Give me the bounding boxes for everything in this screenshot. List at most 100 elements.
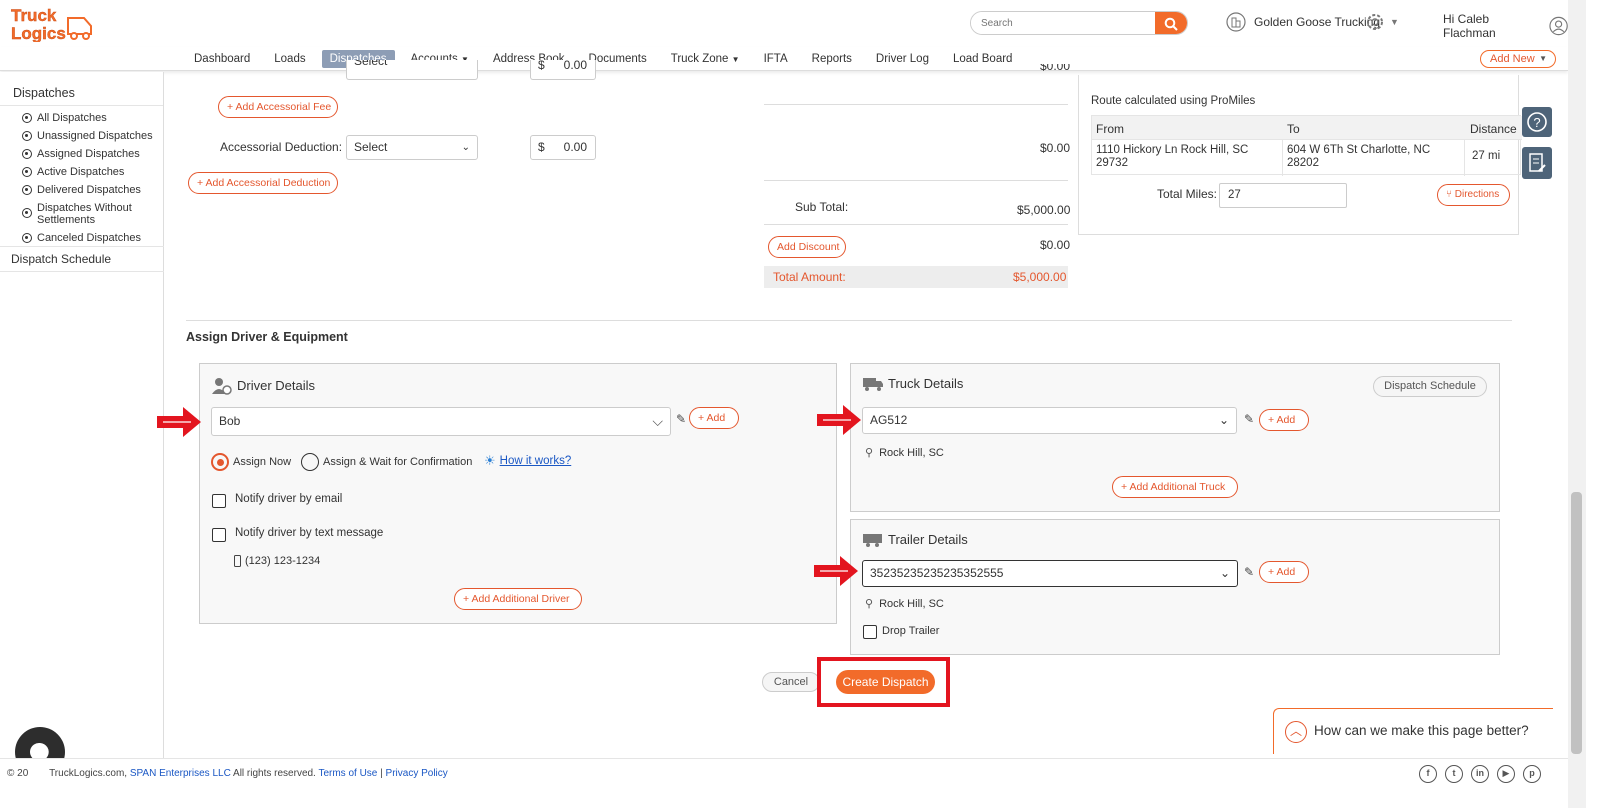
facebook-icon[interactable]: f bbox=[1419, 765, 1437, 783]
assign-heading: Assign Driver & Equipment bbox=[186, 330, 348, 344]
company-name: Golden Goose Trucking bbox=[1254, 15, 1381, 29]
divider bbox=[764, 180, 1068, 181]
add-trailer-button[interactable]: + Add bbox=[1259, 561, 1309, 583]
notify-email-label: Notify driver by email bbox=[235, 493, 343, 505]
terms-link[interactable]: Terms of Use bbox=[318, 768, 377, 779]
page-scrollbar[interactable] bbox=[1568, 0, 1586, 808]
settings-menu[interactable]: ▼ bbox=[1364, 11, 1399, 33]
notes-button[interactable] bbox=[1522, 147, 1552, 179]
truck-location-text: Rock Hill, SC bbox=[879, 446, 944, 459]
dispatch-schedule-button[interactable]: Dispatch Schedule bbox=[1373, 376, 1487, 397]
route-table-header bbox=[1092, 116, 1522, 140]
search-input[interactable] bbox=[971, 12, 1151, 34]
bullet-icon bbox=[22, 149, 32, 159]
user-menu[interactable]: Hi Caleb Flachman bbox=[1443, 12, 1568, 40]
col-divider bbox=[1464, 140, 1465, 176]
driver-select[interactable]: Bob ⌵ bbox=[211, 407, 671, 436]
nav-ifta[interactable]: IFTA bbox=[756, 50, 796, 68]
search-icon bbox=[1164, 17, 1178, 31]
add-additional-truck-button[interactable]: + Add Additional Truck bbox=[1112, 476, 1238, 498]
drop-trailer-checkbox[interactable] bbox=[863, 625, 877, 639]
sidebar-item-delivered[interactable]: Delivered Dispatches bbox=[0, 184, 163, 196]
sidebar-item-active[interactable]: Active Dispatches bbox=[0, 166, 163, 178]
trailer-select[interactable]: 35235235235235352555 ⌄ bbox=[862, 560, 1238, 587]
scrollbar-thumb[interactable] bbox=[1571, 492, 1582, 754]
privacy-link[interactable]: Privacy Policy bbox=[386, 768, 448, 779]
sidebar-item-all-dispatches[interactable]: All Dispatches bbox=[0, 112, 163, 124]
help-button[interactable]: ? bbox=[1522, 107, 1552, 137]
notify-text-checkbox[interactable] bbox=[212, 528, 226, 542]
company-switcher[interactable]: Golden Goose Trucking bbox=[1226, 12, 1380, 32]
add-discount-button[interactable]: Add Discount bbox=[768, 236, 846, 258]
assign-wait-radio[interactable]: Assign & Wait for Confirmation bbox=[301, 453, 472, 471]
truck-select[interactable]: AG512 ⌄ bbox=[862, 407, 1237, 434]
accessorial-deduction-select[interactable]: Select ⌄ bbox=[346, 135, 478, 160]
linkedin-icon[interactable]: in bbox=[1471, 765, 1489, 783]
bullet-icon bbox=[22, 208, 32, 218]
col-to: To bbox=[1287, 122, 1300, 136]
search-button[interactable] bbox=[1155, 12, 1187, 34]
nav-load-board[interactable]: Load Board bbox=[945, 50, 1020, 68]
accessorial-deduction-total: $0.00 bbox=[1040, 141, 1071, 155]
sidebar-item-without-settlements[interactable]: Dispatches Without Settlements bbox=[0, 202, 163, 226]
add-accessorial-fee-button[interactable]: + Add Accessorial Fee bbox=[218, 96, 338, 118]
cancel-button[interactable]: Cancel bbox=[762, 672, 820, 692]
trucklogics-logo[interactable]: Truck Logics bbox=[8, 4, 94, 43]
footer-separator: | bbox=[380, 768, 383, 779]
annotation-arrow bbox=[817, 405, 861, 435]
sidebar-list: All Dispatches Unassigned Dispatches Ass… bbox=[0, 112, 163, 244]
sidebar-item-unassigned[interactable]: Unassigned Dispatches bbox=[0, 130, 163, 142]
create-dispatch-button[interactable]: Create Dispatch bbox=[836, 670, 935, 694]
gear-icon bbox=[1367, 14, 1383, 30]
pencil-icon[interactable]: ✎ bbox=[1244, 412, 1254, 426]
nav-truck-zone[interactable]: Truck Zone ▼ bbox=[663, 50, 748, 68]
document-edit-icon bbox=[1529, 153, 1546, 172]
add-accessorial-deduction-button[interactable]: + Add Accessorial Deduction bbox=[188, 172, 338, 194]
sidebar-item-assigned[interactable]: Assigned Dispatches bbox=[0, 148, 163, 160]
feedback-text: How can we make this page better? bbox=[1314, 723, 1529, 738]
add-truck-button[interactable]: + Add bbox=[1259, 409, 1309, 431]
feedback-widget[interactable]: ︿ How can we make this page better? bbox=[1273, 708, 1553, 754]
add-driver-button[interactable]: + Add bbox=[689, 407, 739, 429]
nav-driver-log[interactable]: Driver Log bbox=[868, 50, 937, 68]
accessorial-fee-select[interactable]: Select bbox=[346, 60, 478, 80]
lightbulb-icon: ☀ bbox=[484, 453, 496, 468]
plus-icon: + bbox=[227, 101, 234, 113]
pinterest-icon[interactable]: p bbox=[1523, 765, 1541, 783]
nav-loads[interactable]: Loads bbox=[266, 50, 313, 68]
company-link[interactable]: SPAN Enterprises LLC bbox=[130, 768, 231, 779]
add-additional-driver-button[interactable]: + Add Additional Driver bbox=[454, 588, 582, 610]
nav-dashboard[interactable]: Dashboard bbox=[186, 50, 258, 68]
pencil-icon[interactable]: ✎ bbox=[676, 412, 686, 426]
select-value: 35235235235235352555 bbox=[870, 566, 1004, 580]
directions-icon: ⑂ bbox=[1446, 189, 1452, 200]
assign-now-radio[interactable]: Assign Now bbox=[211, 453, 291, 471]
user-greeting: Hi Caleb Flachman bbox=[1443, 12, 1496, 40]
pencil-icon[interactable]: ✎ bbox=[1244, 565, 1254, 579]
directions-button[interactable]: ⑂ Directions bbox=[1437, 184, 1510, 206]
assign-wait-label: Assign & Wait for Confirmation bbox=[323, 456, 473, 468]
route-panel: Route calculated using ProMiles From To … bbox=[1078, 75, 1522, 235]
accessorial-fee-amount[interactable]: $0.00 bbox=[530, 60, 596, 80]
route-to: 604 W 6Th St Charlotte, NC 28202 bbox=[1287, 144, 1431, 169]
col-from: From bbox=[1096, 122, 1124, 136]
youtube-icon[interactable]: ▶ bbox=[1497, 765, 1515, 783]
amount-value: 0.00 bbox=[563, 60, 587, 72]
notify-email-checkbox[interactable] bbox=[212, 494, 226, 508]
add-additional-driver-label: Add Additional Driver bbox=[471, 593, 570, 605]
add-new-button[interactable]: Add New ▼ bbox=[1480, 50, 1556, 68]
trailer-location-text: Rock Hill, SC bbox=[879, 597, 944, 610]
trailer-location: ⚲ Rock Hill, SC bbox=[865, 597, 944, 611]
main-nav: Dashboard Loads Dispatches Accounts ▼ Ad… bbox=[0, 47, 1568, 71]
sidebar-item-dispatch-schedule[interactable]: Dispatch Schedule bbox=[0, 246, 164, 272]
sidebar-item-canceled[interactable]: Canceled Dispatches bbox=[0, 232, 163, 244]
twitter-icon[interactable]: t bbox=[1445, 765, 1463, 783]
how-it-works-link[interactable]: ☀ How it works? bbox=[484, 453, 571, 469]
chevron-up-circle-icon: ︿ bbox=[1285, 721, 1307, 743]
total-miles-input[interactable]: 27 bbox=[1219, 183, 1347, 208]
nav-reports[interactable]: Reports bbox=[804, 50, 860, 68]
route-caption: Route calculated using ProMiles bbox=[1091, 95, 1256, 107]
accessorial-deduction-amount[interactable]: $0.00 bbox=[530, 135, 596, 160]
select-value: Select bbox=[354, 60, 388, 68]
top-header: Truck Logics Golden Goose Trucking ▼ Hi … bbox=[0, 0, 1568, 46]
